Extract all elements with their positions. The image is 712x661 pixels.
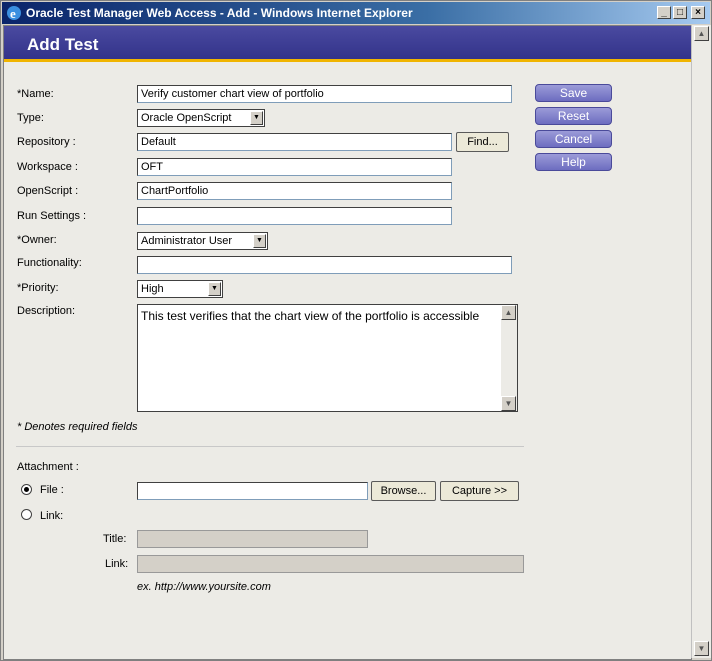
arrow-down-icon[interactable]: ▼ <box>501 396 516 411</box>
run-settings-input[interactable] <box>137 207 452 225</box>
window-title: Oracle Test Manager Web Access - Add - W… <box>26 6 413 20</box>
arrow-up-icon[interactable]: ▲ <box>694 26 709 41</box>
description-text: This test verifies that the chart view o… <box>141 309 480 323</box>
save-button[interactable]: Save <box>535 84 612 102</box>
openscript-label: OpenScript : <box>17 185 79 197</box>
arrow-up-icon[interactable]: ▲ <box>501 305 516 320</box>
functionality-label: Functionality: <box>17 257 82 269</box>
type-select[interactable]: Oracle OpenScript ▼ <box>137 109 265 127</box>
title-bar: e Oracle Test Manager Web Access - Add -… <box>2 2 710 24</box>
capture-button[interactable]: Capture >> <box>440 481 519 501</box>
workspace-input[interactable]: OFT <box>137 158 452 176</box>
link-field-label: Link: <box>105 558 129 570</box>
link-radio-label: Link: <box>40 510 64 522</box>
cancel-button[interactable]: Cancel <box>535 130 612 148</box>
arrow-down-icon[interactable]: ▼ <box>694 641 709 656</box>
page-title: Add Test <box>27 35 99 54</box>
type-select-value: Oracle OpenScript <box>141 112 232 124</box>
link-input <box>137 555 524 573</box>
priority-select[interactable]: High ▼ <box>137 280 223 298</box>
chevron-down-icon: ▼ <box>250 111 263 125</box>
section-divider <box>16 446 524 447</box>
description-textarea[interactable]: This test verifies that the chart view o… <box>137 304 518 412</box>
owner-select[interactable]: Administrator User ▼ <box>137 232 268 250</box>
browser-window: e Oracle Test Manager Web Access - Add -… <box>0 0 712 661</box>
minimize-button[interactable]: _ <box>657 6 671 19</box>
owner-select-value: Administrator User <box>141 235 233 247</box>
browse-button[interactable]: Browse... <box>371 481 436 501</box>
workspace-label: Workspace : <box>17 161 78 173</box>
run-settings-label: Run Settings : <box>17 210 87 222</box>
help-button[interactable]: Help <box>535 153 612 171</box>
priority-select-value: High <box>141 283 164 295</box>
repository-label: Repository : <box>17 136 76 148</box>
page-content: Add Test *Name: Type: Repository : Works… <box>3 25 692 660</box>
required-note: * Denotes required fields <box>17 421 138 433</box>
file-radio-label: File : <box>40 484 64 496</box>
description-scrollbar[interactable]: ▲ ▼ <box>501 305 517 411</box>
name-input[interactable]: Verify customer chart view of portfolio <box>137 85 512 103</box>
page-scrollbar[interactable]: ▲ ▼ <box>691 25 711 658</box>
link-radio[interactable] <box>21 509 32 520</box>
type-label: Type: <box>17 112 44 124</box>
functionality-input[interactable] <box>137 256 512 274</box>
reset-button[interactable]: Reset <box>535 107 612 125</box>
title-input <box>137 530 368 548</box>
openscript-input[interactable]: ChartPortfolio <box>137 182 452 200</box>
find-button[interactable]: Find... <box>456 132 509 152</box>
owner-label: *Owner: <box>17 234 57 246</box>
page-banner: Add Test <box>4 26 691 59</box>
chevron-down-icon: ▼ <box>253 234 266 248</box>
maximize-button[interactable]: □ <box>673 6 687 19</box>
priority-label: *Priority: <box>17 282 59 294</box>
description-label: Description: <box>17 305 76 317</box>
link-example: ex. http://www.yoursite.com <box>137 581 271 593</box>
banner-accent-line <box>4 59 691 62</box>
ie-icon: e <box>7 6 21 21</box>
file-radio[interactable] <box>21 484 32 495</box>
file-input[interactable] <box>137 482 368 500</box>
attachment-label: Attachment : <box>17 461 79 473</box>
repository-input[interactable]: Default <box>137 133 452 151</box>
close-button[interactable]: × <box>691 6 705 19</box>
svg-text:e: e <box>10 6 16 21</box>
title-label: Title: <box>103 533 127 545</box>
name-label: *Name: <box>17 88 54 100</box>
chevron-down-icon: ▼ <box>208 282 221 296</box>
